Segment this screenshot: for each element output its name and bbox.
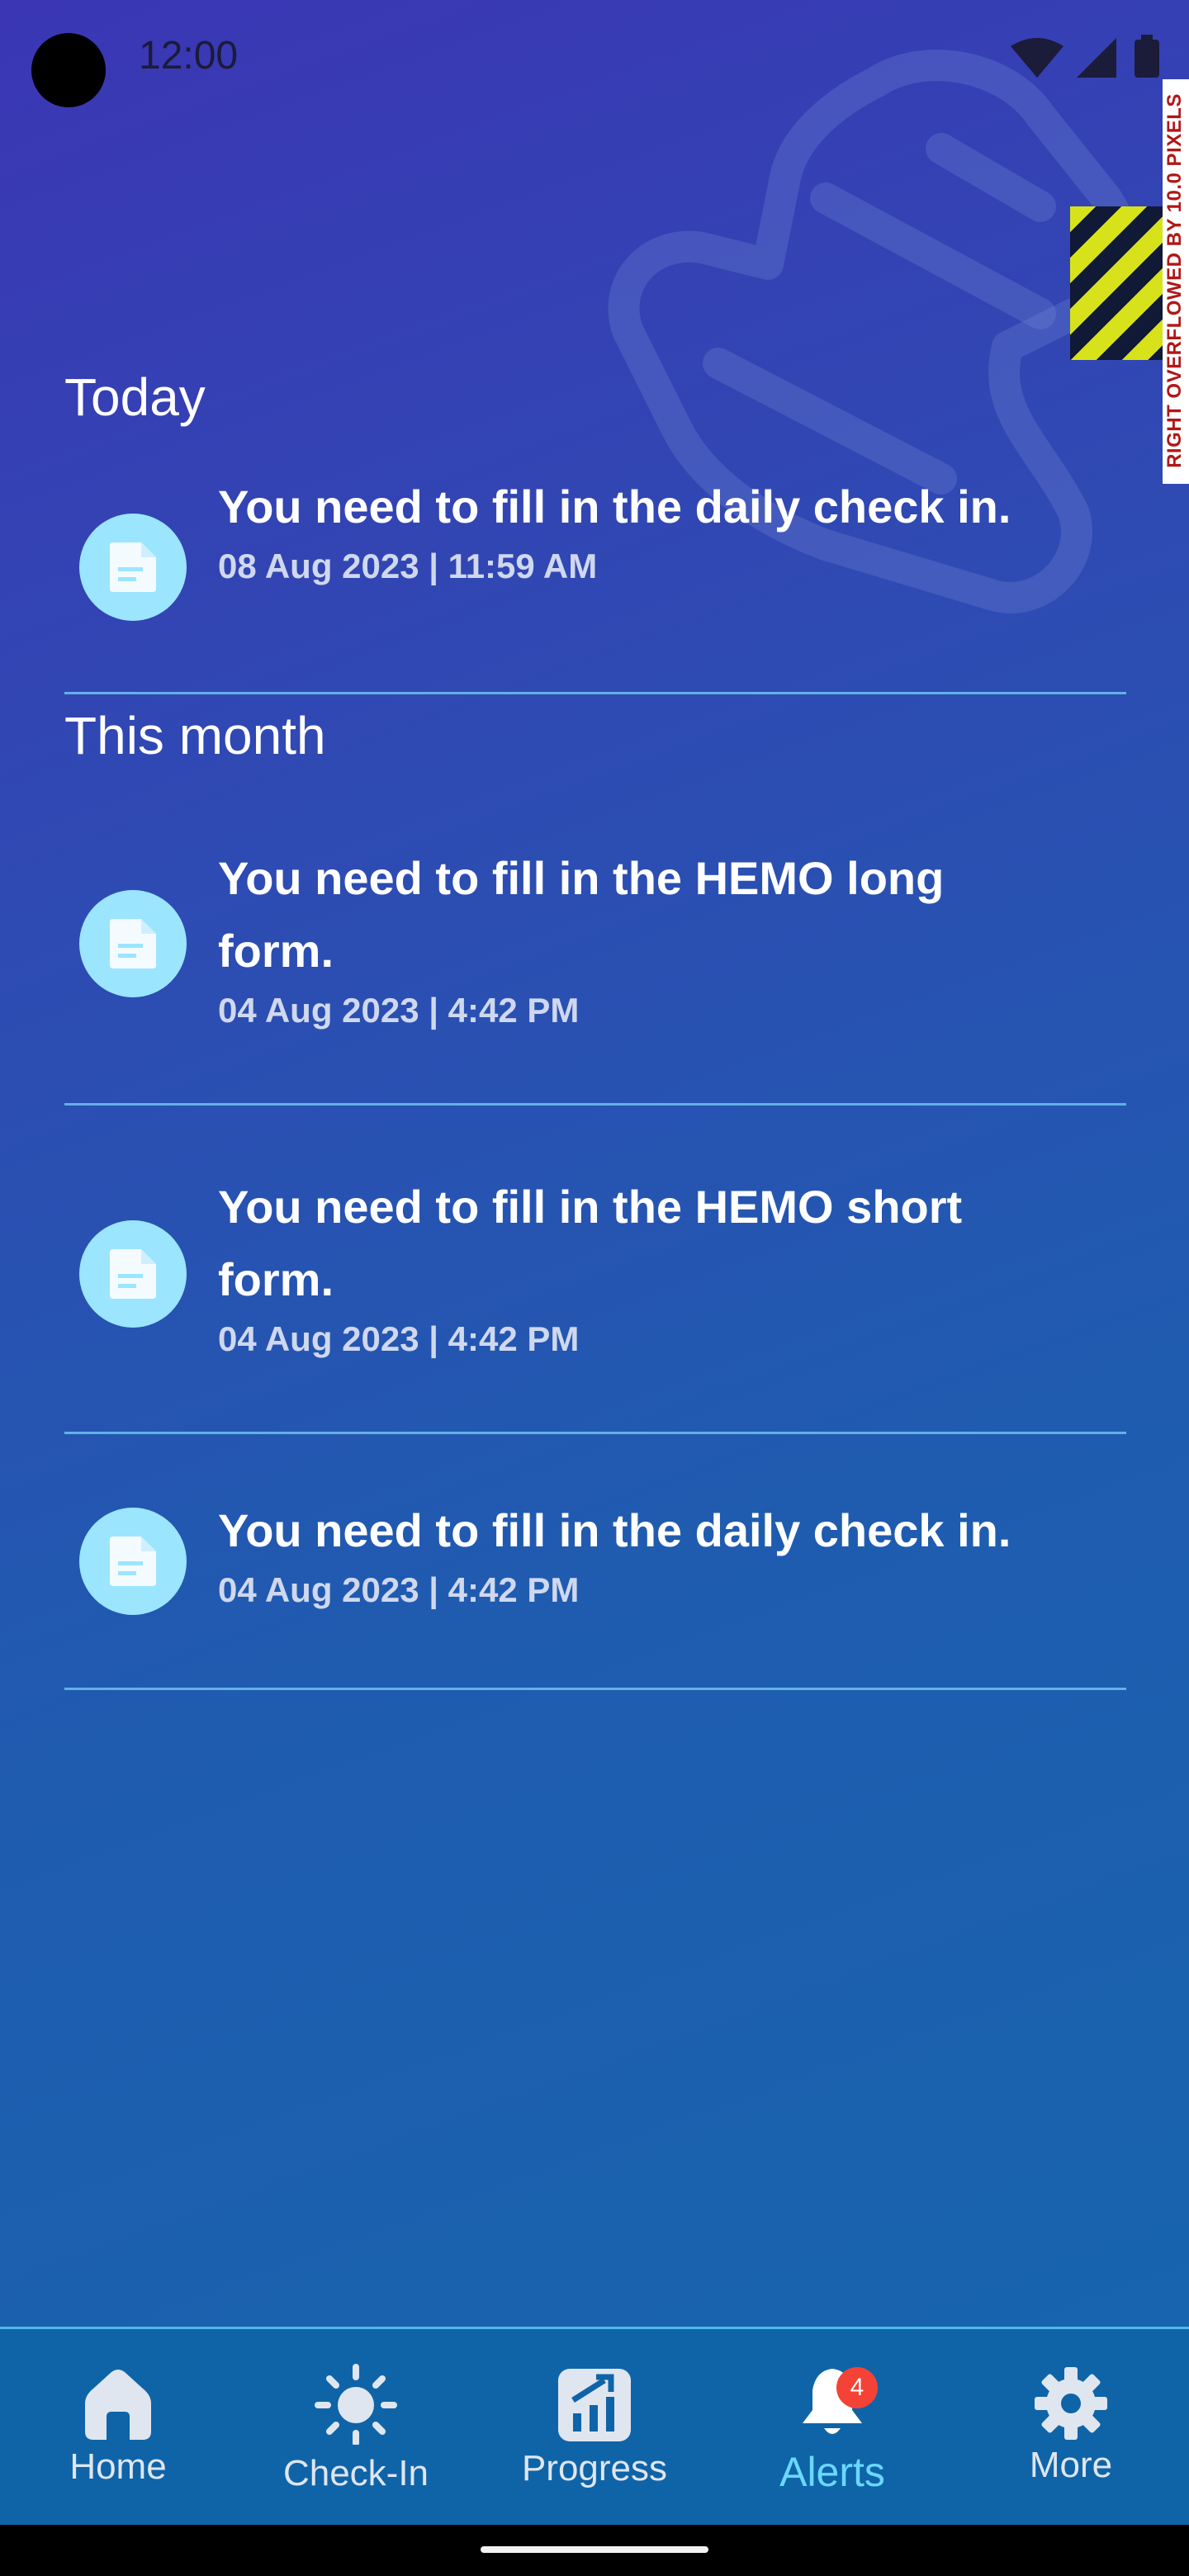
overflow-warning-stripe [1070, 206, 1163, 360]
alerts-badge: 4 [836, 2367, 878, 2408]
notification-date: 04 Aug 2023 | 4:42 PM [218, 991, 580, 1030]
wifi-icon [1011, 38, 1063, 78]
status-bar: 12:00 [0, 0, 1189, 124]
status-time: 12:00 [139, 34, 239, 78]
system-gesture-area [0, 2525, 1189, 2576]
nav-label-home: Home [69, 2446, 167, 2487]
nav-label-check-in: Check-In [282, 2453, 429, 2493]
status-icons [1011, 35, 1159, 78]
camera-cutout [31, 33, 106, 107]
list-item[interactable]: You need to fill in the HEMO short form.… [64, 1164, 1126, 1412]
overflow-warning-label: RIGHT OVERFLOWED BY 10.0 PIXELS [1163, 79, 1189, 484]
gear-icon [1035, 2367, 1107, 2440]
bottom-navigation: Home Check-In Progress 4 Alerts More [0, 2327, 1189, 2527]
list-item[interactable]: You need to fill in the daily check in. … [64, 471, 1126, 661]
notification-title: You need to fill in the daily check in. [218, 481, 1011, 533]
sun-icon [315, 2364, 397, 2445]
nav-label-progress: Progress [521, 2448, 668, 2488]
notification-date: 04 Aug 2023 | 4:42 PM [218, 1319, 580, 1358]
notification-title: You need to fill in the HEMO short form. [218, 1181, 963, 1305]
nav-item-progress[interactable]: Progress [500, 2362, 689, 2519]
nav-label-more: More [1029, 2445, 1113, 2485]
nav-item-more[interactable]: More [976, 2362, 1166, 2519]
document-icon [79, 514, 187, 621]
overflow-warning-text: RIGHT OVERFLOWED BY 10.0 PIXELS [1163, 93, 1186, 468]
nav-label-alerts: Alerts [779, 2449, 885, 2495]
list-item[interactable]: You need to fill in the HEMO long form. … [64, 834, 1126, 1082]
list-item[interactable]: You need to fill in the daily check in. … [64, 1494, 1126, 1676]
divider [64, 1688, 1126, 1690]
nav-item-home[interactable]: Home [23, 2362, 213, 2519]
document-icon [79, 1220, 187, 1328]
section-title-today: Today [64, 367, 206, 427]
background-illustration [608, 50, 1139, 613]
divider [64, 1432, 1126, 1434]
nav-item-alerts[interactable]: 4 Alerts [737, 2362, 927, 2519]
home-icon [85, 2370, 151, 2440]
battery-icon [1135, 40, 1159, 78]
document-icon [79, 890, 187, 997]
notification-title: You need to fill in the HEMO long form. [218, 852, 945, 977]
notification-title: You need to fill in the daily check in. [218, 1504, 1011, 1556]
notification-date: 08 Aug 2023 | 11:59 AM [218, 547, 598, 585]
signal-icon [1077, 38, 1116, 78]
home-gesture-bar[interactable] [481, 2546, 708, 2553]
progress-chart-icon [558, 2369, 631, 2441]
nav-item-check-in[interactable]: Check-In [261, 2362, 451, 2519]
notification-date: 04 Aug 2023 | 4:42 PM [218, 1570, 580, 1609]
divider [64, 1103, 1126, 1106]
document-icon [79, 1508, 187, 1615]
divider [64, 692, 1126, 694]
section-title-this-month: This month [64, 706, 326, 765]
